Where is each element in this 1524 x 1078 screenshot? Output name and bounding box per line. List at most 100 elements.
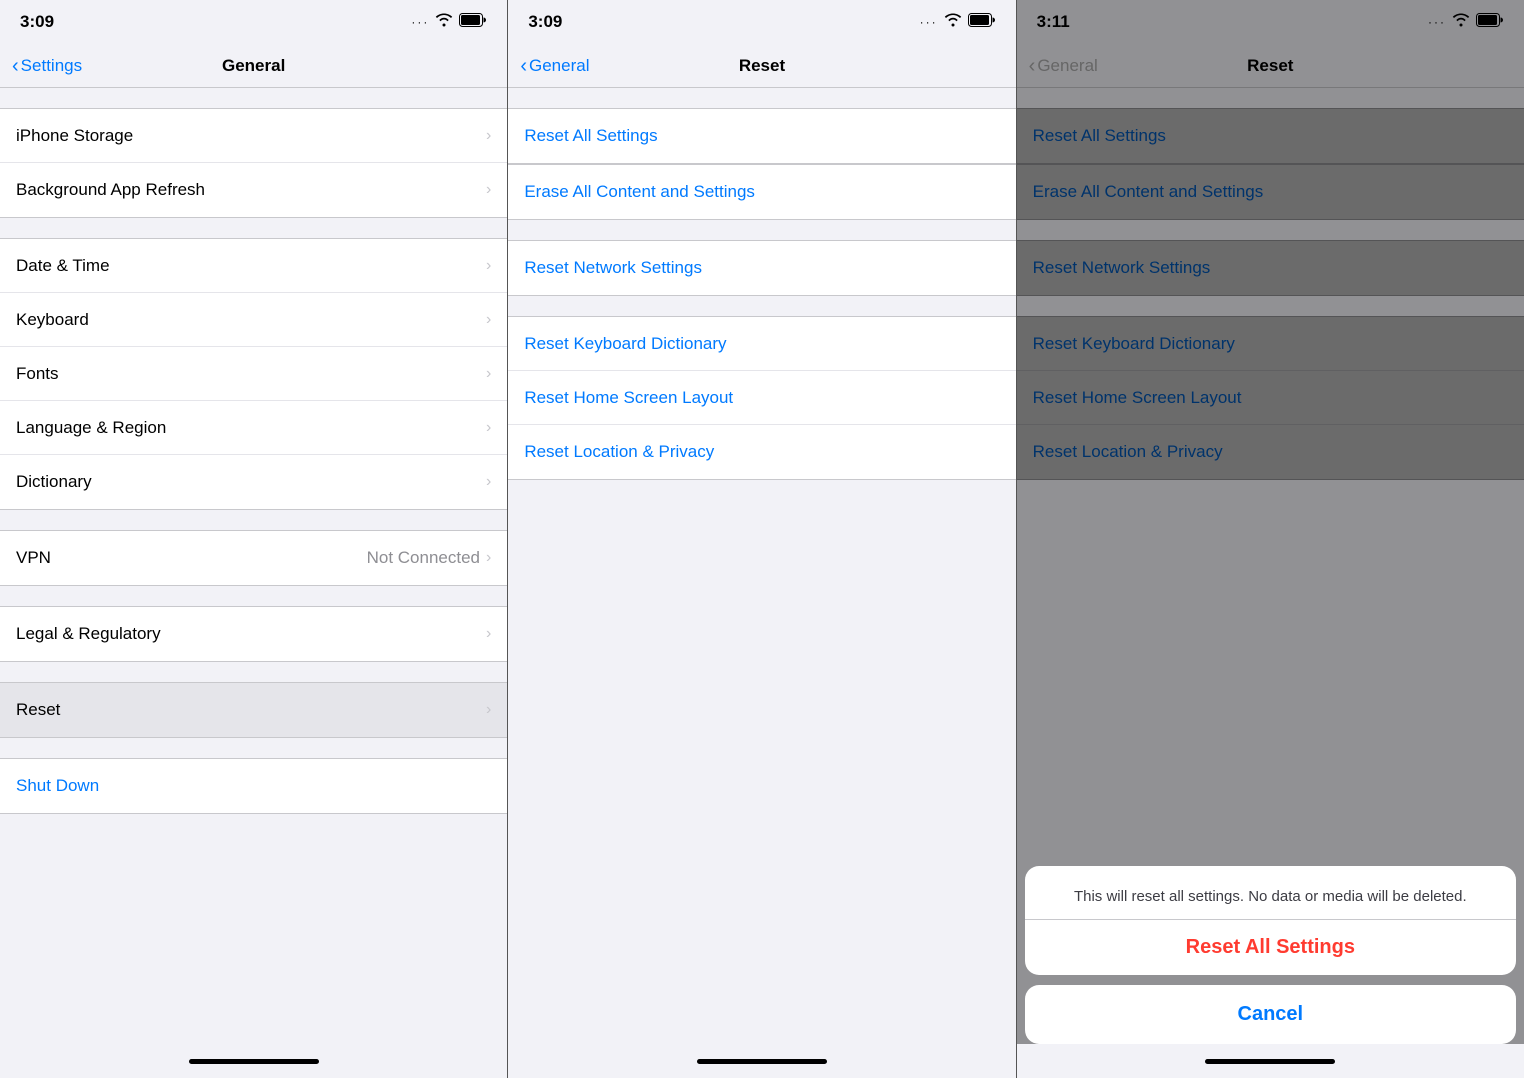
row-language-region[interactable]: Language & Region › xyxy=(0,401,507,455)
wifi-icon xyxy=(435,13,453,32)
row-iphone-storage-label: iPhone Storage xyxy=(16,126,133,146)
row-reset-location-2[interactable]: Reset Location & Privacy xyxy=(508,425,1015,479)
nav-back-label-1: Settings xyxy=(21,56,82,76)
dialog-action-label: Reset All Settings xyxy=(1186,936,1355,959)
reset-group-2d: Reset Keyboard Dictionary Reset Home Scr… xyxy=(508,316,1015,480)
status-icons-1: ··· xyxy=(411,13,487,32)
reset-group-2b: Erase All Content and Settings xyxy=(508,164,1015,220)
row-dictionary-label: Dictionary xyxy=(16,472,92,492)
row-reset-home-2[interactable]: Reset Home Screen Layout xyxy=(508,371,1015,425)
row-erase-all-label-2: Erase All Content and Settings xyxy=(524,182,755,202)
row-vpn-label: VPN xyxy=(16,548,51,568)
chevron-right-icon-10: › xyxy=(486,701,491,719)
row-reset-network-label-2: Reset Network Settings xyxy=(524,258,702,278)
chevron-right-icon: › xyxy=(486,127,491,145)
row-legal-label: Legal & Regulatory xyxy=(16,624,161,644)
scroll-content-1[interactable]: iPhone Storage › Background App Refresh … xyxy=(0,88,507,1044)
panel-2: 3:09 ··· ‹ General Re xyxy=(507,0,1015,1078)
settings-group-2: Date & Time › Keyboard › Fonts › xyxy=(0,238,507,510)
row-reset-keyboard-label-2: Reset Keyboard Dictionary xyxy=(524,334,726,354)
row-bg-label: Background App Refresh xyxy=(16,180,205,200)
home-indicator-3 xyxy=(1017,1044,1524,1078)
status-icons-2: ··· xyxy=(920,13,996,32)
row-fonts-label: Fonts xyxy=(16,364,59,384)
battery-icon-2 xyxy=(968,13,996,32)
chevron-right-icon-8: › xyxy=(486,549,491,567)
row-background-app-refresh[interactable]: Background App Refresh › xyxy=(0,163,507,217)
row-iphone-storage-right: › xyxy=(486,127,491,145)
row-fonts-right: › xyxy=(486,365,491,383)
dialog-sheet-wrapper: This will reset all settings. No data or… xyxy=(1025,866,1516,1044)
section-main-1: iPhone Storage › Background App Refresh … xyxy=(0,108,507,814)
row-reset-location-label-2: Reset Location & Privacy xyxy=(524,442,714,462)
nav-bar-1: ‹ Settings General xyxy=(0,44,507,88)
section-reset-2: Reset All Settings Erase All Content and… xyxy=(508,108,1015,480)
row-keyboard[interactable]: Keyboard › xyxy=(0,293,507,347)
settings-group-5: Reset › xyxy=(0,682,507,738)
nav-bar-2: ‹ General Reset xyxy=(508,44,1015,88)
row-iphone-storage[interactable]: iPhone Storage › xyxy=(0,109,507,163)
back-chevron-icon: ‹ xyxy=(12,56,19,76)
row-language-label: Language & Region xyxy=(16,418,166,438)
dialog-cancel-button[interactable]: Cancel xyxy=(1025,985,1516,1044)
dialog-cancel-label: Cancel xyxy=(1238,1003,1304,1026)
row-dictionary[interactable]: Dictionary › xyxy=(0,455,507,509)
status-bar-2: 3:09 ··· xyxy=(508,0,1015,44)
dialog-action-reset[interactable]: Reset All Settings xyxy=(1025,920,1516,975)
row-shutdown[interactable]: Shut Down xyxy=(0,759,507,813)
chevron-right-icon-4: › xyxy=(486,311,491,329)
row-date-time-right: › xyxy=(486,257,491,275)
row-legal[interactable]: Legal & Regulatory › xyxy=(0,607,507,661)
panel-3: 3:11 ··· ‹ General Re xyxy=(1016,0,1524,1078)
signal-dots-icon-2: ··· xyxy=(920,15,938,29)
chevron-right-icon-3: › xyxy=(486,257,491,275)
row-reset-label: Reset xyxy=(16,700,60,720)
settings-group-shutdown: Shut Down xyxy=(0,758,507,814)
nav-title-1: General xyxy=(222,56,285,76)
wifi-icon-2 xyxy=(944,13,962,32)
row-keyboard-right: › xyxy=(486,311,491,329)
row-bg-right: › xyxy=(486,181,491,199)
dialog-message: This will reset all settings. No data or… xyxy=(1025,866,1516,920)
back-chevron-icon-2: ‹ xyxy=(520,56,527,76)
nav-back-1[interactable]: ‹ Settings xyxy=(12,56,82,76)
row-reset-all-settings-2[interactable]: Reset All Settings xyxy=(508,109,1015,163)
signal-dots-icon: ··· xyxy=(411,15,429,29)
row-reset-home-label-2: Reset Home Screen Layout xyxy=(524,388,733,408)
home-indicator-2 xyxy=(508,1044,1015,1078)
chevron-right-icon-9: › xyxy=(486,625,491,643)
home-bar-1 xyxy=(189,1059,319,1064)
row-date-time[interactable]: Date & Time › xyxy=(0,239,507,293)
row-legal-right: › xyxy=(486,625,491,643)
nav-title-2: Reset xyxy=(739,56,785,76)
row-keyboard-label: Keyboard xyxy=(16,310,89,330)
settings-group-4: Legal & Regulatory › xyxy=(0,606,507,662)
status-time-2: 3:09 xyxy=(528,12,562,32)
scroll-content-2[interactable]: Reset All Settings Erase All Content and… xyxy=(508,88,1015,1044)
home-indicator-1 xyxy=(0,1044,507,1078)
dialog-overlay: This will reset all settings. No data or… xyxy=(1017,0,1524,1078)
row-shutdown-label: Shut Down xyxy=(16,776,99,796)
home-bar-2 xyxy=(697,1059,827,1064)
status-time-1: 3:09 xyxy=(20,12,54,32)
row-vpn-value: Not Connected xyxy=(367,548,480,568)
row-erase-all-2[interactable]: Erase All Content and Settings xyxy=(508,165,1015,219)
settings-group-1: iPhone Storage › Background App Refresh … xyxy=(0,108,507,218)
row-reset-keyboard-2[interactable]: Reset Keyboard Dictionary xyxy=(508,317,1015,371)
row-reset-network-2[interactable]: Reset Network Settings xyxy=(508,241,1015,295)
panel-1: 3:09 ··· ‹ Settings G xyxy=(0,0,507,1078)
chevron-right-icon-7: › xyxy=(486,473,491,491)
reset-group-2c: Reset Network Settings xyxy=(508,240,1015,296)
nav-back-2[interactable]: ‹ General xyxy=(520,56,589,76)
row-fonts[interactable]: Fonts › xyxy=(0,347,507,401)
dialog-sheet: This will reset all settings. No data or… xyxy=(1025,866,1516,975)
row-vpn[interactable]: VPN Not Connected › xyxy=(0,531,507,585)
row-language-right: › xyxy=(486,419,491,437)
row-vpn-right: Not Connected › xyxy=(367,548,492,568)
status-bar-1: 3:09 ··· xyxy=(0,0,507,44)
row-reset[interactable]: Reset › xyxy=(0,683,507,737)
reset-group-2a: Reset All Settings xyxy=(508,108,1015,164)
home-bar-3 xyxy=(1205,1059,1335,1064)
row-reset-right: › xyxy=(486,701,491,719)
chevron-right-icon-5: › xyxy=(486,365,491,383)
